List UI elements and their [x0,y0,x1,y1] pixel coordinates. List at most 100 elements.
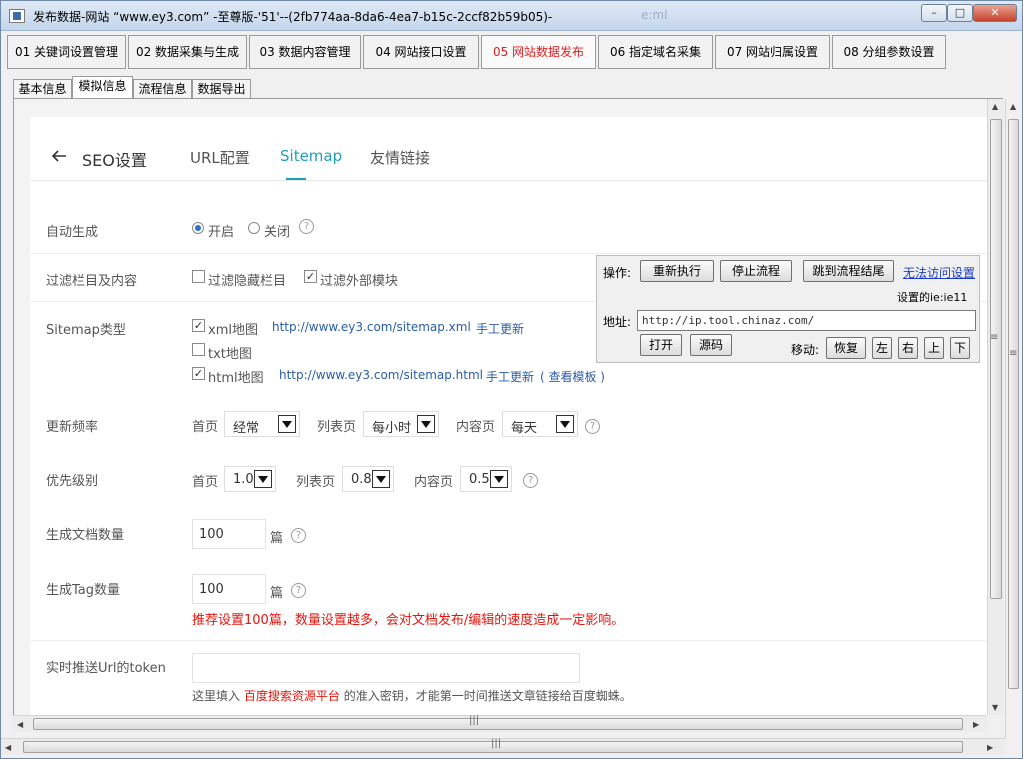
frequency-home-label: 首页 [192,420,219,435]
address-input[interactable]: http://ip.tool.chinaz.com/ [637,310,976,331]
filter-external-checkbox[interactable]: ✓ [304,270,317,283]
main-tab-interface[interactable]: 04 网站接口设置 [363,35,479,69]
xml-map-url[interactable]: http://www.ey3.com/sitemap.xml [272,320,471,334]
move-right-button[interactable]: 右 [898,337,918,359]
priority-list-select[interactable]: 0.8 [342,466,394,492]
page-hscroll-thumb[interactable] [33,718,963,730]
frequency-content-select[interactable]: 每天 [502,411,578,437]
doc-count-input[interactable]: 100 [192,519,266,549]
minimize-button[interactable]: – [921,4,947,22]
html-map-label[interactable]: html地图 [208,367,264,386]
priority-home-label: 首页 [192,475,219,490]
scroll-up-arrow-icon[interactable]: ▲ [1010,102,1016,111]
tab-friend-links[interactable]: 友情链接 [370,147,430,168]
open-button[interactable]: 打开 [640,334,682,356]
tab-url-config[interactable]: URL配置 [190,147,250,168]
filter-hidden-label[interactable]: 过滤隐藏栏目 [208,270,286,289]
move-down-button[interactable]: 下 [950,337,970,359]
move-up-button[interactable]: 上 [924,337,944,359]
scroll-right-arrow-icon[interactable]: ▶ [987,743,993,752]
priority-content-label: 内容页 [414,475,454,490]
close-button[interactable]: ✕ [973,4,1017,22]
main-tab-content[interactable]: 03 数据内容管理 [249,35,361,69]
sub-tab-flow[interactable]: 流程信息 [133,79,192,98]
main-tab-domain[interactable]: 06 指定域名采集 [598,35,713,69]
xml-map-label[interactable]: xml地图 [208,319,258,338]
frequency-content-label: 内容页 [456,420,496,435]
doc-count-unit: 篇 [270,531,284,546]
filter-label: 过滤栏目及内容 [46,274,138,289]
source-button[interactable]: 源码 [690,334,732,356]
view-template-link[interactable]: ( 查看模板 ) [540,368,605,385]
scroll-left-arrow-icon[interactable]: ◀ [17,720,23,729]
stop-flow-button[interactable]: 停止流程 [720,260,792,282]
auto-generate-on-radio[interactable] [192,222,204,234]
main-tab-publish[interactable]: 05 网站数据发布 [481,35,596,69]
grip-icon: ≡ [1009,348,1018,359]
page-vertical-scrollbar[interactable]: ▲ ≡ ▼ [987,99,1004,715]
title-bar: 发布数据-网站 “www.ey3.com” -至尊版-'51'--(2fb774… [1,1,1022,31]
op-label: 操作: [603,266,632,280]
help-icon[interactable]: ? [299,219,314,234]
main-tab-group[interactable]: 08 分组参数设置 [832,35,946,69]
push-token-input[interactable] [192,653,580,683]
html-map-url[interactable]: http://www.ey3.com/sitemap.html [279,368,483,382]
frequency-label: 更新频率 [46,420,99,435]
scroll-right-arrow-icon[interactable]: ▶ [973,720,979,729]
outer-vertical-scrollbar[interactable]: ▲ ≡ [1005,99,1021,739]
auto-generate-off-label[interactable]: 关闭 [264,221,290,240]
rerun-button[interactable]: 重新执行 [640,260,714,282]
html-map-checkbox[interactable]: ✓ [192,367,205,380]
tab-sitemap[interactable]: Sitemap [280,147,342,165]
auto-generate-off-radio[interactable] [248,222,260,234]
xml-manual-update-link[interactable]: 手工更新 [476,320,524,337]
priority-list-value: 0.8 [351,472,372,487]
sub-tab-basic[interactable]: 基本信息 [13,79,72,98]
priority-home-select[interactable]: 1.0 [224,466,276,492]
frequency-home-select[interactable]: 经常 [224,411,300,437]
main-tab-collect[interactable]: 02 数据采集与生成 [128,35,247,69]
outer-scroll-thumb[interactable] [1008,119,1019,689]
frequency-list-value: 每小时 [372,421,412,436]
scroll-left-arrow-icon[interactable]: ◀ [5,743,11,752]
page-horizontal-scrollbar[interactable]: ◀ ||| ▶ [13,715,987,732]
move-left-button[interactable]: 左 [872,337,892,359]
hint-suffix: 的准入密钥，才能第一时间推送文章链接给百度蜘蛛。 [343,689,632,703]
main-tab-ownership[interactable]: 07 网站归属设置 [715,35,830,69]
outer-horizontal-scrollbar[interactable]: ◀ ||| ▶ [1,738,1005,755]
filter-external-label[interactable]: 过滤外部模块 [320,270,398,289]
seo-settings-card: SEO设置 URL配置 Sitemap 友情链接 自动生成 开启 关闭 ? 过滤… [30,117,987,715]
row-divider [30,253,987,254]
access-settings-link[interactable]: 无法访问设置 [903,264,975,281]
page-scroll-thumb[interactable] [990,119,1002,599]
back-arrow-icon[interactable] [50,147,68,165]
frequency-list-label: 列表页 [317,420,357,435]
nav-divider [30,180,987,181]
frequency-list-select[interactable]: 每小时 [363,411,439,437]
help-icon[interactable]: ? [523,473,538,488]
baidu-platform-link[interactable]: 百度搜索资源平台 [244,689,340,703]
priority-content-select[interactable]: 0.5 [460,466,512,492]
push-token-label: 实时推送Url的token [46,661,166,676]
row-divider [30,640,987,641]
maximize-button[interactable]: □ [947,4,973,22]
help-icon[interactable]: ? [291,583,306,598]
xml-map-checkbox[interactable]: ✓ [192,319,205,332]
html-manual-update-link[interactable]: 手工更新 [486,368,534,385]
txt-map-checkbox[interactable] [192,343,205,356]
txt-map-label[interactable]: txt地图 [208,343,252,362]
sub-tab-export[interactable]: 数据导出 [192,79,251,98]
help-icon[interactable]: ? [291,528,306,543]
address-label: 地址: [603,315,632,329]
jump-to-end-button[interactable]: 跳到流程结尾 [803,260,894,282]
sub-tab-simulate[interactable]: 模拟信息 [72,76,133,98]
scroll-up-arrow-icon[interactable]: ▲ [992,102,998,111]
scroll-down-arrow-icon[interactable]: ▼ [992,703,998,712]
restore-button[interactable]: 恢复 [826,337,866,359]
main-tab-keywords[interactable]: 01 关键词设置管理 [7,35,126,69]
chevron-down-icon [254,470,272,488]
auto-generate-on-label[interactable]: 开启 [208,221,234,240]
filter-hidden-checkbox[interactable] [192,270,205,283]
tag-count-input[interactable]: 100 [192,574,266,604]
help-icon[interactable]: ? [585,419,600,434]
